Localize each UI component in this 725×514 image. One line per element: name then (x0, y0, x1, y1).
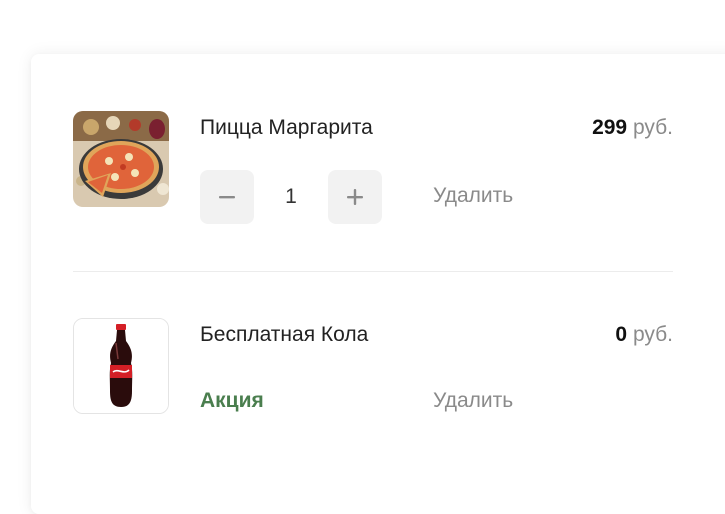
remove-button[interactable]: Удалить (433, 389, 513, 413)
cart-card: Пицца Маргарита 299 руб. 1 Удалить Беспл… (31, 54, 725, 514)
quantity-value: 1 (285, 185, 297, 208)
item-price: 299 руб. (592, 116, 673, 140)
promo-badge: Акция (200, 389, 264, 412)
price-currency: руб. (632, 323, 673, 346)
minus-icon (219, 196, 235, 199)
increase-button[interactable] (328, 170, 382, 224)
item-name: Бесплатная Кола (200, 323, 369, 346)
cola-bottle-image (73, 318, 169, 414)
price-value: 0 (615, 323, 628, 346)
cart-item: Пицца Маргарита 299 руб. 1 Удалить (73, 111, 673, 271)
decrease-button[interactable] (200, 170, 254, 224)
item-name: Пицца Маргарита (200, 116, 373, 139)
cart-item: Бесплатная Кола 0 руб. Акция Удалить (73, 318, 673, 468)
pizza-image (73, 111, 169, 207)
plus-icon (347, 189, 363, 205)
quantity-stepper: 1 (200, 170, 382, 224)
price-currency: руб. (632, 116, 673, 139)
price-value: 299 (592, 116, 628, 139)
remove-button[interactable]: Удалить (433, 184, 513, 208)
divider (73, 271, 673, 272)
item-price: 0 руб. (615, 323, 673, 347)
